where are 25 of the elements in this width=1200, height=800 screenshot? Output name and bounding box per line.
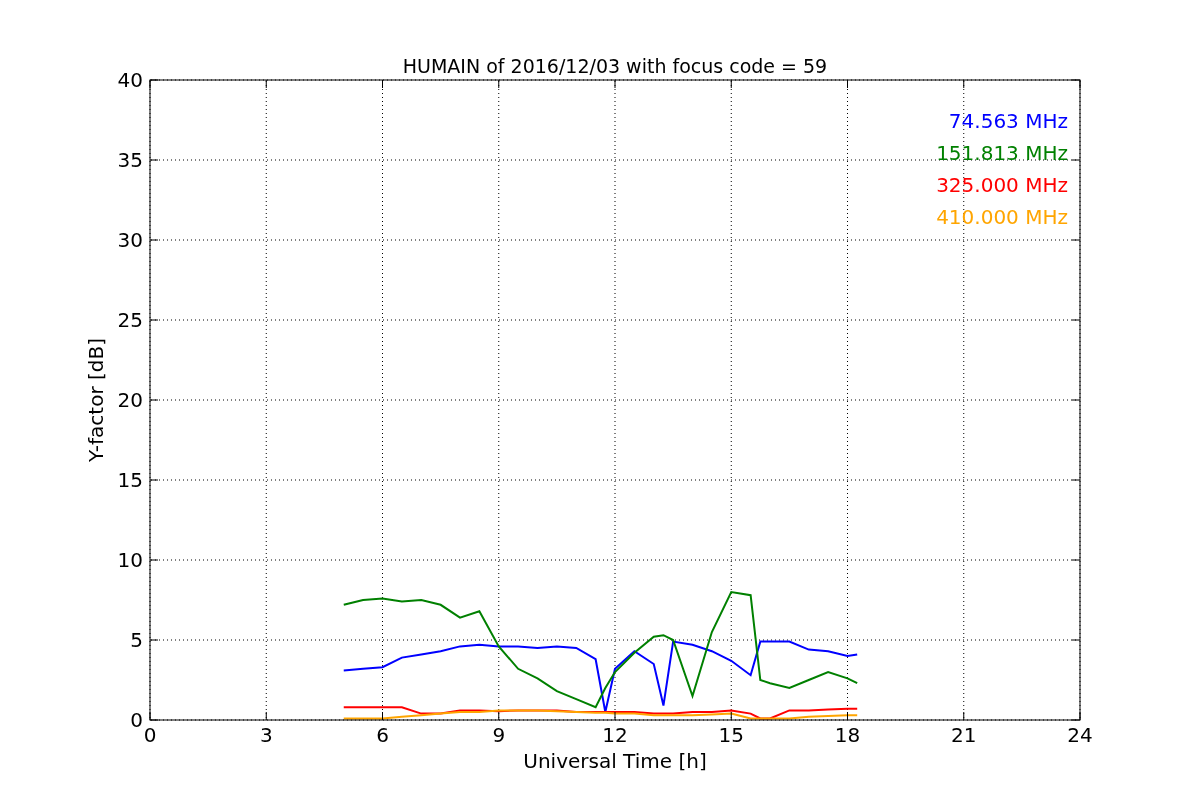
x-tick-label: 6 <box>376 723 389 747</box>
x-tick-label: 24 <box>1067 723 1093 747</box>
x-tick-label: 0 <box>143 723 157 747</box>
x-tick-label: 9 <box>492 723 506 747</box>
legend-label: 74.563 MHz <box>948 109 1068 133</box>
y-tick-label: 30 <box>117 228 143 252</box>
y-tick-label: 0 <box>130 708 143 732</box>
y-tick-label: 40 <box>117 68 143 92</box>
y-tick-label: 35 <box>117 148 143 172</box>
legend-label: 325.000 MHz <box>936 173 1068 197</box>
y-tick-label: 15 <box>117 468 143 492</box>
x-tick-label: 3 <box>259 723 273 747</box>
x-axis-label: Universal Time [h] <box>523 749 707 773</box>
x-tick-label: 12 <box>602 723 628 747</box>
y-axis-label: Y-factor [dB] <box>84 338 108 462</box>
y-tick-label: 10 <box>117 548 143 572</box>
legend-label: 410.000 MHz <box>936 205 1068 229</box>
x-tick-label: 21 <box>951 723 977 747</box>
legend-label: 151.813 MHz <box>936 141 1068 165</box>
chart-title: HUMAIN of 2016/12/03 with focus code = 59 <box>402 55 828 77</box>
x-tick-label: 15 <box>718 723 744 747</box>
y-tick-label: 5 <box>130 628 143 652</box>
x-tick-label: 18 <box>834 723 861 747</box>
y-tick-label: 20 <box>117 388 143 412</box>
y-tick-label: 25 <box>117 308 143 332</box>
